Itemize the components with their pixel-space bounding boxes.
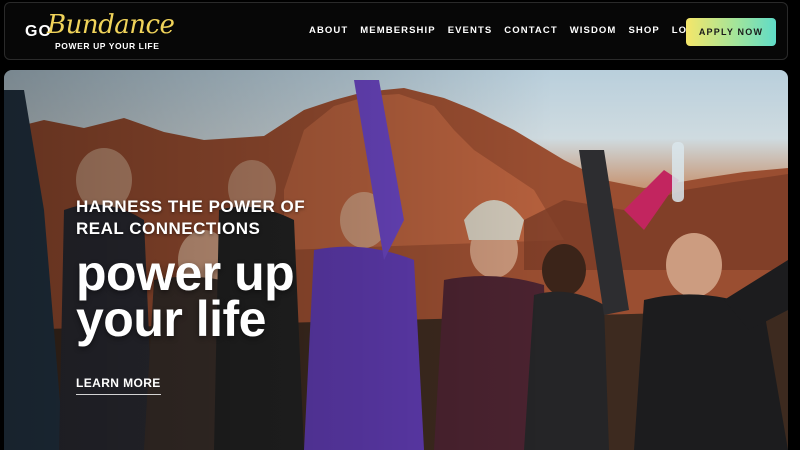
nav-item-contact[interactable]: CONTACT bbox=[504, 25, 557, 36]
site-header: GO Bundance POWER UP YOUR LIFE ABOUT MEM… bbox=[4, 2, 788, 60]
hero-headline: power up your life bbox=[76, 245, 295, 347]
logo-tagline: POWER UP YOUR LIFE bbox=[55, 41, 160, 51]
hero-banner: HARNESS THE POWER OF REAL CONNECTIONS po… bbox=[4, 70, 788, 450]
site-logo[interactable]: GO Bundance POWER UP YOUR LIFE bbox=[25, 10, 195, 55]
nav-item-shop[interactable]: SHOP bbox=[628, 25, 659, 36]
nav-item-wisdom[interactable]: WISDOM bbox=[570, 25, 617, 36]
main-nav: ABOUT MEMBERSHIP EVENTS CONTACT WISDOM S… bbox=[309, 25, 719, 36]
nav-item-about[interactable]: ABOUT bbox=[309, 25, 348, 36]
hero-kicker: HARNESS THE POWER OF REAL CONNECTIONS bbox=[76, 197, 306, 238]
logo-bundance-text: Bundance bbox=[47, 10, 175, 40]
apply-now-button[interactable]: APPLY NOW bbox=[686, 18, 776, 46]
nav-item-membership[interactable]: MEMBERSHIP bbox=[360, 25, 435, 36]
learn-more-link[interactable]: LEARN MORE bbox=[76, 376, 161, 395]
nav-item-events[interactable]: EVENTS bbox=[448, 25, 493, 36]
